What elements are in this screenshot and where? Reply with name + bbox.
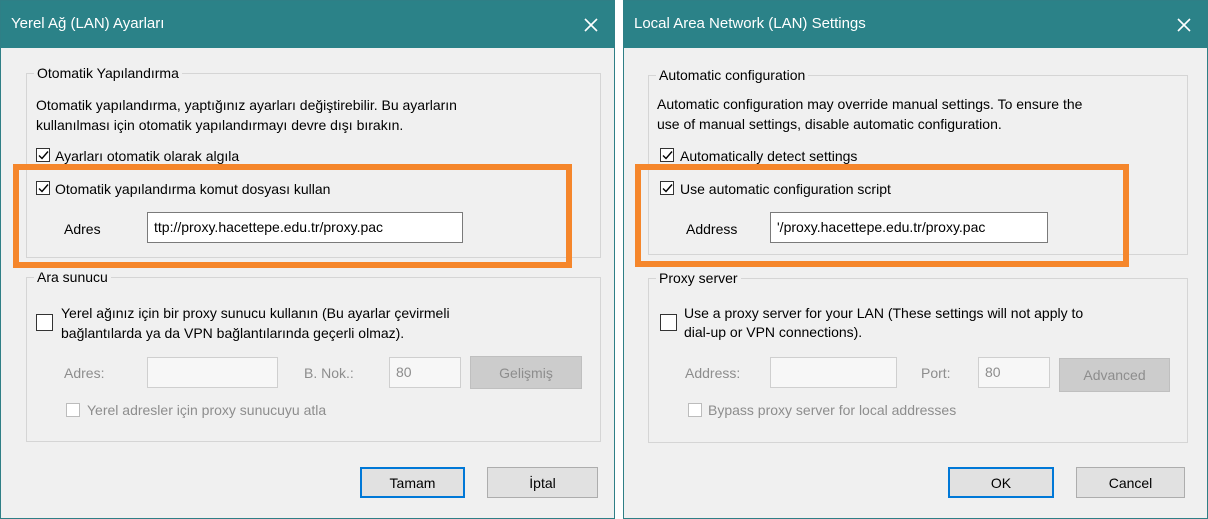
auto-detect-label[interactable]: Automatically detect settings — [680, 146, 857, 166]
auto-detect-label[interactable]: Ayarları otomatik olarak algıla — [55, 146, 239, 166]
proxy-port-input[interactable]: 80 — [389, 357, 461, 388]
use-proxy-checkbox[interactable] — [660, 314, 677, 331]
proxy-address-input[interactable] — [147, 357, 278, 388]
bypass-local-label[interactable]: Yerel adresler için proxy sunucuyu atla — [87, 400, 326, 420]
proxy-address-label: Address: — [685, 365, 741, 381]
advanced-button[interactable]: Gelişmiş — [470, 356, 582, 389]
lan-settings-dialog-en: Local Area Network (LAN) Settings Automa… — [623, 0, 1208, 519]
title-bar: Local Area Network (LAN) Settings — [624, 1, 1207, 48]
close-button[interactable] — [1161, 1, 1207, 48]
group-legend: Automatic configuration — [656, 67, 809, 84]
close-icon — [584, 17, 598, 32]
proxy-port-label: B. Nok.: — [304, 365, 354, 381]
proxy-address-label: Adres: — [64, 365, 105, 381]
group-legend: Proxy server — [656, 270, 741, 287]
advanced-button[interactable]: Advanced — [1059, 358, 1170, 392]
cancel-button[interactable]: Cancel — [1076, 467, 1185, 498]
close-button[interactable] — [568, 1, 614, 48]
use-proxy-label-line1[interactable]: Use a proxy server for your LAN (These s… — [684, 303, 1083, 323]
ok-button[interactable]: OK — [948, 467, 1054, 498]
ok-button[interactable]: Tamam — [360, 467, 465, 498]
highlight-box — [13, 164, 572, 268]
auto-detect-checkbox[interactable] — [660, 148, 674, 162]
group-legend: Otomatik Yapılandırma — [34, 65, 182, 82]
auto-detect-checkbox[interactable] — [36, 148, 50, 162]
group-legend: Ara sunucu — [34, 269, 111, 286]
use-proxy-label-line2[interactable]: bağlantılarda ya da VPN bağlantılarında … — [61, 323, 404, 343]
auto-config-description-line2: use of manual settings, disable automati… — [657, 116, 1002, 132]
bypass-local-checkbox[interactable] — [688, 403, 702, 417]
title-bar: Yerel Ağ (LAN) Ayarları — [1, 1, 614, 48]
dialog-title: Local Area Network (LAN) Settings — [634, 15, 866, 32]
lan-settings-dialog-tr: Yerel Ağ (LAN) Ayarları Otomatik Yapılan… — [0, 0, 615, 519]
proxy-port-label: Port: — [921, 365, 951, 381]
use-proxy-label-line2[interactable]: dial-up or VPN connections). — [684, 322, 862, 342]
bypass-local-label[interactable]: Bypass proxy server for local addresses — [708, 400, 956, 420]
auto-config-description-line1: Otomatik yapılandırma, yaptığınız ayarla… — [36, 97, 457, 113]
proxy-port-input[interactable]: 80 — [978, 357, 1050, 388]
auto-config-description-line1: Automatic configuration may override man… — [657, 96, 1083, 112]
checkmark-icon — [662, 151, 673, 160]
dialog-title: Yerel Ağ (LAN) Ayarları — [11, 15, 165, 32]
use-proxy-checkbox[interactable] — [36, 314, 53, 331]
cancel-button[interactable]: İptal — [487, 467, 598, 498]
auto-config-description-line2: kullanılması için otomatik yapılandırmay… — [36, 117, 404, 133]
use-proxy-label-line1[interactable]: Yerel ağınız için bir proxy sunucu kulla… — [61, 303, 450, 323]
highlight-box — [635, 164, 1129, 267]
bypass-local-checkbox[interactable] — [66, 403, 80, 417]
proxy-address-input[interactable] — [770, 357, 897, 388]
close-icon — [1177, 17, 1191, 32]
checkmark-icon — [38, 151, 49, 160]
